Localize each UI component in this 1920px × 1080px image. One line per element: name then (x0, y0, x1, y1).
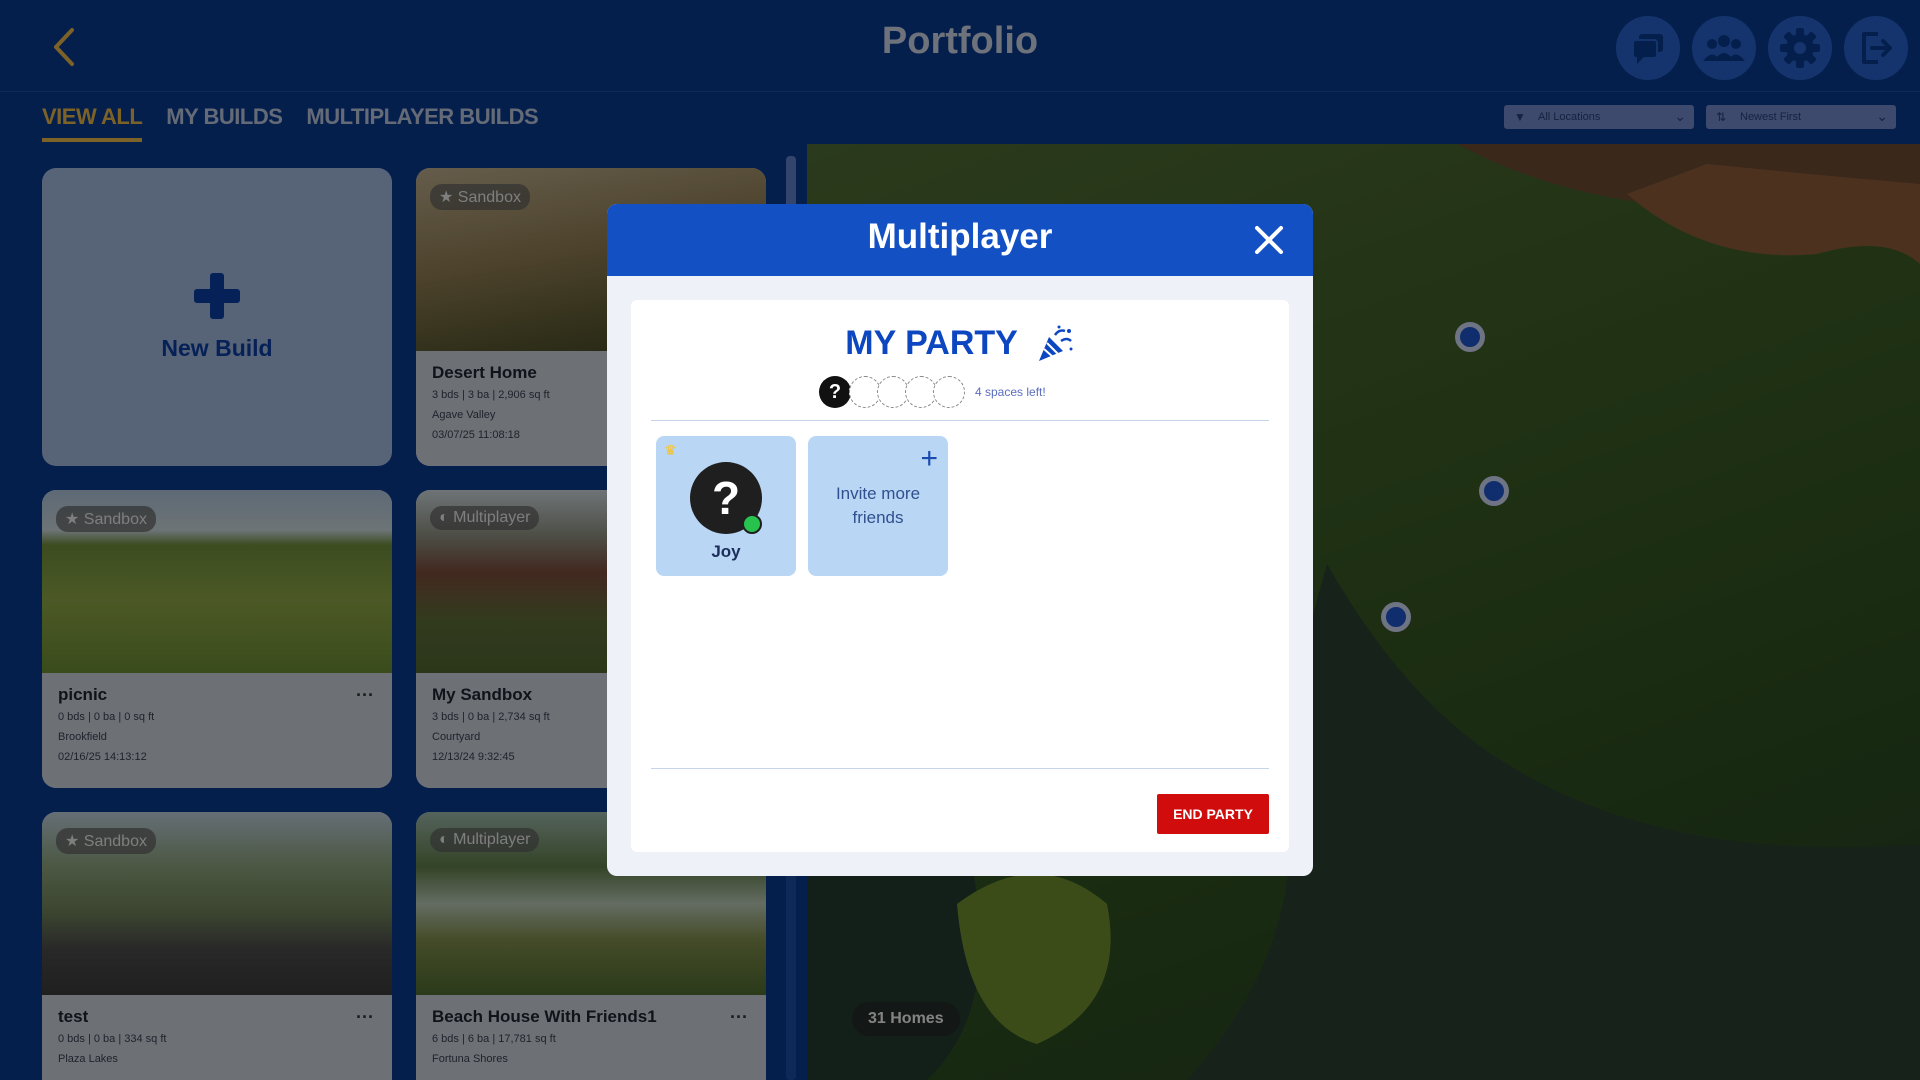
close-button[interactable] (1251, 222, 1287, 258)
online-status-indicator (742, 514, 762, 534)
modal-title: Multiplayer (867, 217, 1053, 256)
party-slots: ? 4 spaces left! (819, 376, 1046, 408)
divider (651, 420, 1269, 421)
party-slot-empty (933, 376, 965, 408)
party-title: MY PARTY (631, 324, 1289, 365)
close-icon (1255, 226, 1283, 254)
multiplayer-modal: Multiplayer MY PARTY ? 4 spaces left! ♛ … (607, 204, 1313, 876)
party-slot-filled: ? (819, 376, 851, 408)
invite-label: Invite more friends (835, 484, 921, 527)
end-party-button[interactable]: END PARTY (1157, 794, 1269, 834)
spaces-left-text: 4 spaces left! (975, 385, 1046, 399)
crown-icon: ♛ (664, 442, 677, 458)
party-member-card[interactable]: ♛ ? Joy (656, 436, 796, 576)
invite-friends-button[interactable]: + Invite more friends (808, 436, 948, 576)
divider (651, 768, 1269, 769)
party-popper-icon (1038, 325, 1073, 362)
party-panel: MY PARTY ? 4 spaces left! ♛ ? Joy + Invi… (631, 300, 1289, 852)
plus-icon: + (920, 442, 938, 475)
modal-header: Multiplayer (607, 204, 1313, 276)
member-name: Joy (711, 542, 741, 561)
